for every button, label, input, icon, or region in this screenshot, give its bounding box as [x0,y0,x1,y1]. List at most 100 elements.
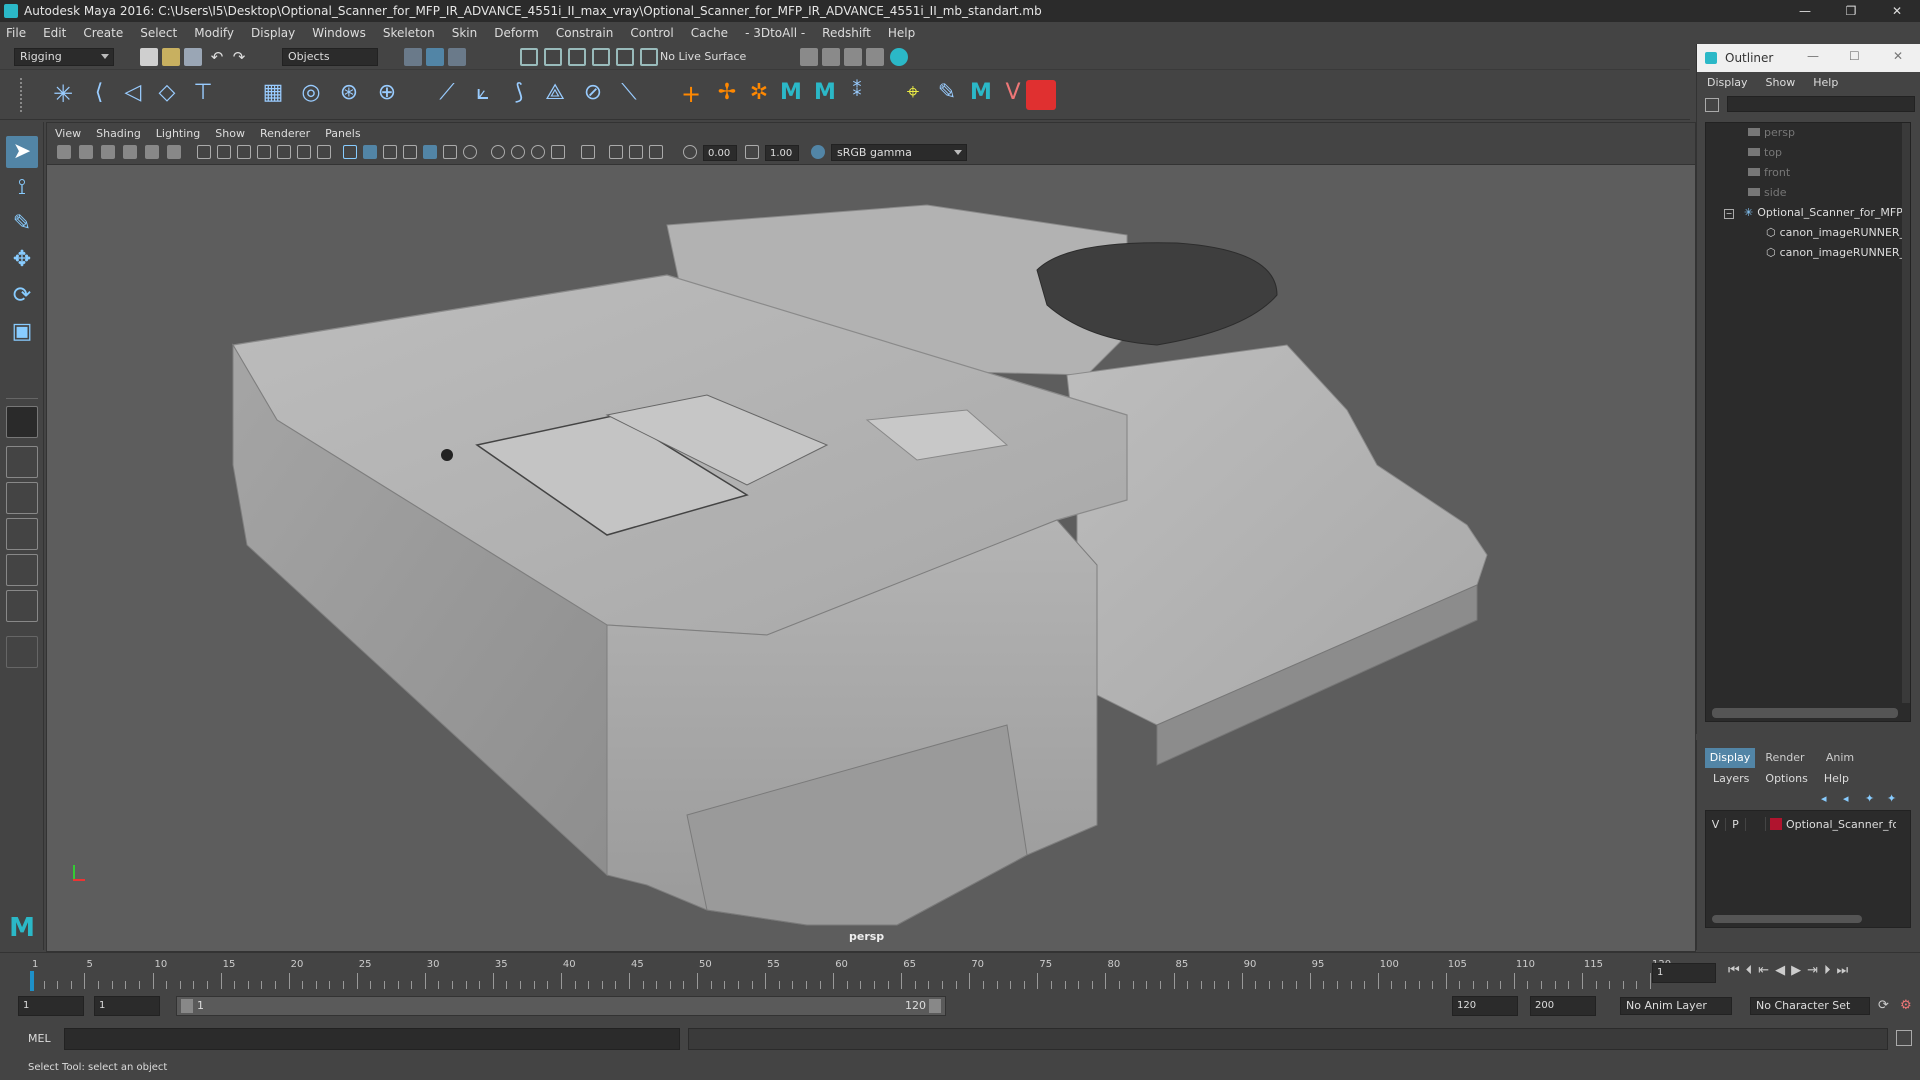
exposure-field[interactable]: 0.00 [703,145,737,161]
outliner-layout-icon[interactable] [6,590,38,622]
layer-row[interactable]: V P Optional_Scanner_for_ [1706,815,1912,833]
snap-grid-icon[interactable] [520,48,538,66]
hypershade-icon[interactable] [890,48,908,66]
persp-outliner-layout-icon[interactable] [6,482,38,514]
panel-menu-lighting[interactable]: Lighting [156,127,200,140]
restore-button[interactable]: ❐ [1828,0,1874,22]
paint-weights-icon[interactable]: ⟆ [504,80,534,110]
end-time-field[interactable]: 200 [1530,996,1596,1016]
outliner-horizontal-scrollbar[interactable] [1712,708,1898,718]
outliner-minimize-button[interactable]: — [1807,49,1819,63]
textured-icon[interactable] [403,145,417,159]
menu-control[interactable]: Control [630,26,673,40]
all-lights-icon[interactable] [423,145,437,159]
depth-peeling-icon[interactable] [649,145,663,159]
safe-title-icon[interactable] [317,145,331,159]
gamma-field[interactable]: 1.00 [765,145,799,161]
outliner-search-input[interactable] [1727,96,1915,112]
character-set-dropdown[interactable]: No Character Set [1750,997,1870,1015]
outliner-item-top[interactable]: top [1706,143,1906,163]
color-space-dropdown[interactable]: sRGB gamma [831,144,967,161]
playback-start-field[interactable]: 1 [94,996,160,1016]
grease-pencil-icon[interactable] [167,145,181,159]
outliner-item-persp[interactable]: persp [1706,123,1906,143]
outliner-item-side[interactable]: side [1706,183,1906,203]
step-forward-key-icon[interactable]: ⏵ [1824,963,1831,978]
bookmark-icon[interactable] [101,145,115,159]
new-scene-icon[interactable] [140,48,158,66]
select-component-icon[interactable] [448,48,466,66]
start-time-field[interactable]: 1 [18,996,84,1016]
motion-blur-icon[interactable] [531,145,545,159]
tab-render[interactable]: Render [1759,748,1811,768]
anim-layer-dropdown[interactable]: No Anim Layer [1620,997,1732,1015]
custom-layout-icon[interactable] [6,636,38,668]
menu-constrain[interactable]: Constrain [556,26,614,40]
outliner-close-button[interactable]: ✕ [1893,49,1903,63]
render-view-icon[interactable] [800,48,818,66]
open-scene-icon[interactable] [162,48,180,66]
insert-joint-icon[interactable]: ◇ [152,80,182,110]
panel-menu-show[interactable]: Show [215,127,245,140]
select-tool-icon[interactable]: ➤ [6,136,38,168]
current-frame-field[interactable]: 1 [1652,963,1716,983]
antialias-icon[interactable] [551,145,565,159]
tab-display[interactable]: Display [1705,748,1755,768]
outliner-item-mesh-2[interactable]: ⬡ canon_imageRUNNER_sc [1706,243,1906,263]
camera-attributes-icon[interactable] [79,145,93,159]
image-plane-icon[interactable] [123,145,137,159]
outliner-item-mesh-1[interactable]: ⬡ canon_imageRUNNER_sc [1706,223,1906,243]
new-layer-icon[interactable]: ✦ [1865,792,1877,805]
color-management-icon[interactable] [811,145,825,159]
outliner-menu-help[interactable]: Help [1813,76,1838,89]
time-slider[interactable]: 1 5 10 15 20 25 30 35 40 45 50 55 60 65 70 75 80 85 90 95 10… [0,952,1920,992]
close-button[interactable]: ✕ [1874,0,1920,22]
render-frame-icon[interactable] [822,48,840,66]
mirror-joint-icon[interactable]: ⊤ [188,80,218,110]
layer-type-toggle[interactable] [1746,817,1766,831]
bounding-box-icon[interactable] [629,145,643,159]
play-forward-icon[interactable]: ▶ [1791,963,1801,978]
layer-playback-toggle[interactable]: P [1726,817,1746,831]
blend-shape-icon[interactable]: ⊕ [372,80,402,110]
snap-point-icon[interactable] [568,48,586,66]
wrap-deformer-icon[interactable]: ⊛ [334,80,364,110]
ik-spline-icon[interactable]: ◁ [118,80,148,110]
command-language-label[interactable]: MEL [28,1032,51,1045]
chart-tool-icon[interactable] [1026,80,1056,110]
range-end-handle[interactable] [929,999,941,1013]
menu-edit[interactable]: Edit [43,26,66,40]
go-to-start-icon[interactable]: ⏮ [1728,963,1740,978]
command-input[interactable] [64,1028,680,1050]
paint-tool-icon[interactable]: ✎ [932,80,962,110]
menu-select[interactable]: Select [140,26,177,40]
step-back-key-icon[interactable]: ⏴ [1746,963,1753,978]
xray-icon[interactable] [491,145,505,159]
range-start-handle[interactable] [181,999,193,1013]
orient-constraint-icon[interactable]: ✲ [744,80,774,110]
step-forward-frame-icon[interactable]: ⇥ [1807,963,1818,978]
ik-handle-icon[interactable]: ⟨ [84,80,114,110]
shadows-icon[interactable] [443,145,457,159]
menu-skin[interactable]: Skin [452,26,478,40]
persp-graph-layout-icon[interactable] [6,518,38,550]
isolate-select-icon[interactable] [581,145,595,159]
influence-icon[interactable]: ⟍ [614,80,644,110]
redo-icon[interactable]: ↷ [230,48,248,66]
layer-scrollbar[interactable] [1712,915,1862,923]
lasso-tool-icon[interactable]: ⟟ [6,172,38,204]
detach-skin-icon[interactable]: ⟀ [468,80,498,110]
wireframe-icon[interactable] [343,145,357,159]
layer-name[interactable]: Optional_Scanner_for_ [1786,818,1896,831]
menu-deform[interactable]: Deform [494,26,539,40]
outliner-vertical-scrollbar[interactable] [1902,123,1910,703]
minimize-button[interactable]: — [1782,0,1828,22]
menu-cache[interactable]: Cache [691,26,728,40]
go-to-end-icon[interactable]: ⏭ [1837,963,1849,978]
v-tool-icon[interactable]: V [998,80,1028,110]
outliner-menu-show[interactable]: Show [1766,76,1796,89]
collapse-icon[interactable]: − [1724,209,1734,219]
auto-key-icon[interactable]: ⟳ [1878,998,1889,1013]
select-hierarchy-icon[interactable] [404,48,422,66]
menu-windows[interactable]: Windows [312,26,366,40]
